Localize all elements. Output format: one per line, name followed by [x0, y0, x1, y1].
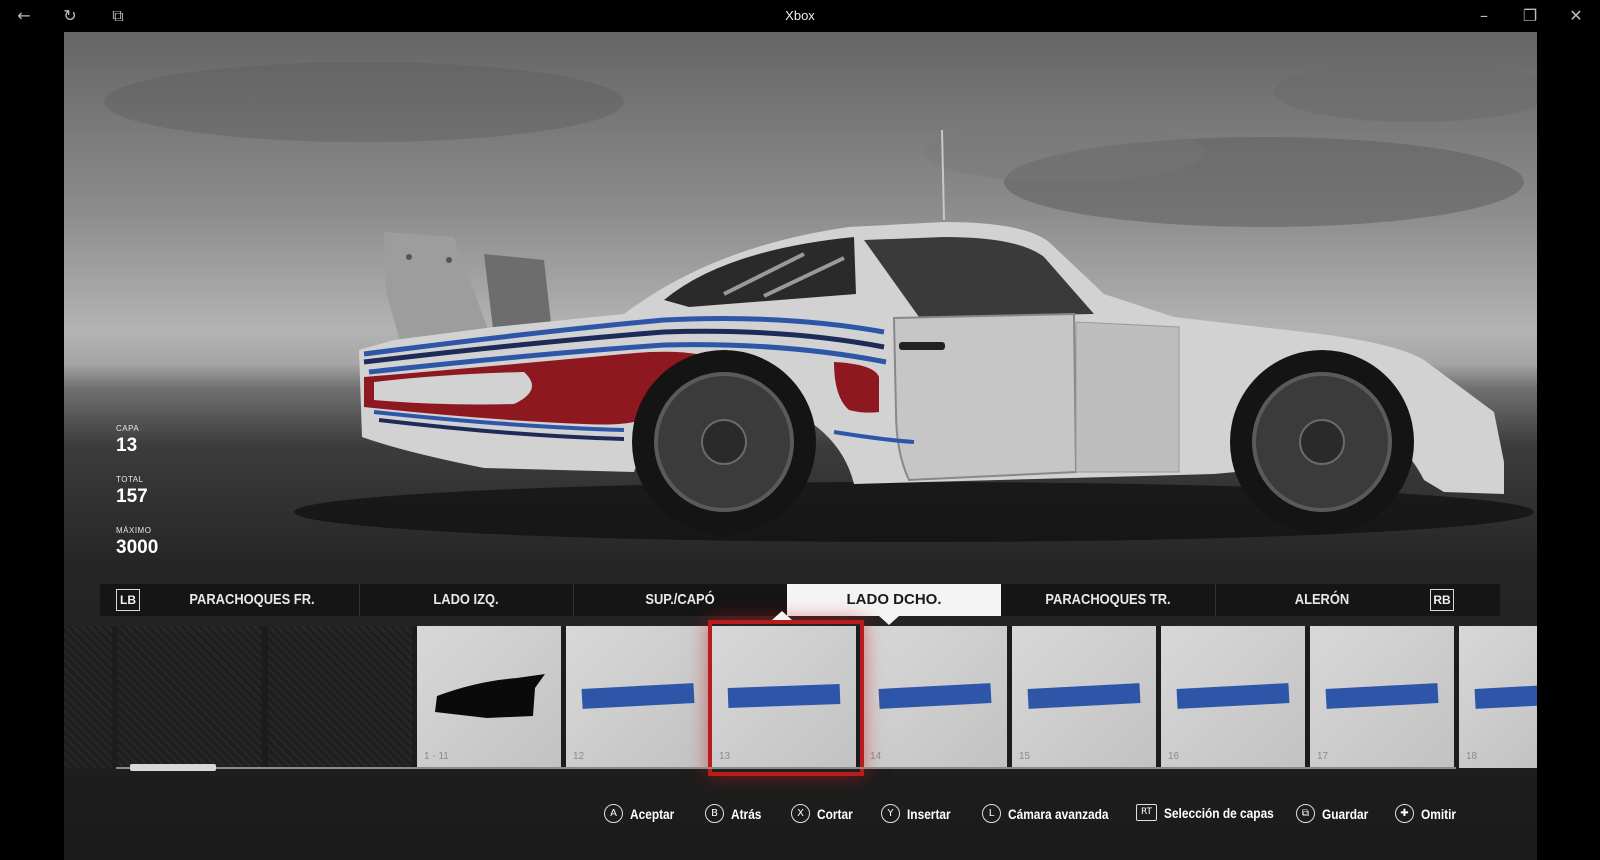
stat-value: 157	[116, 486, 148, 507]
close-icon[interactable]: ✕	[1566, 6, 1586, 26]
layer-thumbnail-selected[interactable]: 13	[712, 626, 856, 768]
layer-scrollbar-thumb[interactable]	[130, 764, 216, 771]
b-button-icon: B	[705, 804, 724, 823]
minimize-icon[interactable]: –	[1474, 6, 1494, 26]
blue-stripe-icon	[1325, 683, 1439, 709]
layer-number: 13	[719, 751, 731, 762]
action-label: Insertar	[907, 805, 951, 822]
stat-value: 13	[116, 435, 138, 456]
stat-total: TOTAL 157	[116, 475, 158, 508]
layer-stats: CAPA 13 TOTAL 157 MÁXIMO 3000	[116, 424, 158, 559]
rb-bumper-icon[interactable]: RB	[1430, 589, 1454, 611]
action-label: Cámara avanzada	[1008, 805, 1109, 822]
layer-number: 17	[1317, 751, 1329, 762]
action-label: Guardar	[1322, 805, 1369, 822]
car-scene	[104, 62, 1537, 542]
layer-slot-empty	[268, 626, 412, 768]
action-label: Selección de capas	[1164, 804, 1274, 821]
tab-top-hood[interactable]: SUP./CAPÓ	[589, 584, 771, 616]
layer-thumbnail[interactable]: 14	[863, 626, 1007, 768]
stat-label: MÁXIMO	[116, 526, 152, 535]
tab-divider	[359, 584, 360, 616]
layer-thumbnail[interactable]: 17	[1310, 626, 1454, 768]
layer-number: 14	[870, 751, 882, 762]
window-title: Xbox	[785, 8, 815, 23]
action-label: Aceptar	[630, 805, 675, 822]
section-tab-bar: LB PARACHOQUES FR. LADO IZQ. SUP./CAPÓ L…	[100, 584, 1500, 616]
y-button-icon: Y	[881, 804, 900, 823]
tab-divider	[573, 584, 574, 616]
layer-number: 1 - 11	[424, 751, 449, 762]
layer-number: 12	[573, 751, 585, 762]
layer-number: 18	[1466, 751, 1478, 762]
restore-icon[interactable]: ❐	[1520, 6, 1540, 26]
blue-stripe-icon	[1027, 683, 1141, 709]
stat-layer: CAPA 13	[116, 424, 158, 457]
action-label: Cortar	[817, 805, 853, 822]
stat-value: 3000	[116, 537, 159, 558]
insert-button[interactable]: Y Insertar	[881, 804, 958, 823]
rt-trigger-icon: RT	[1136, 804, 1157, 822]
blue-stripe-icon	[581, 683, 695, 709]
lb-bumper-icon[interactable]: LB	[116, 589, 140, 611]
layer-thumbnail[interactable]: 15	[1012, 626, 1156, 768]
layer-number: 16	[1168, 751, 1180, 762]
layer-slot-empty	[64, 626, 112, 768]
blue-stripe-icon	[878, 683, 992, 709]
blue-stripe-icon	[727, 684, 841, 708]
accept-button[interactable]: A Aceptar	[604, 804, 682, 823]
tab-spoiler[interactable]: ALERÓN	[1231, 584, 1413, 616]
tab-divider	[1215, 584, 1216, 616]
layer-scrollbar-track[interactable]	[116, 767, 1456, 769]
tab-left-side[interactable]: LADO IZQ.	[375, 584, 557, 616]
save-button[interactable]: ⧉ Guardar	[1296, 804, 1376, 823]
tab-front-bumper[interactable]: PARACHOQUES FR.	[161, 584, 343, 616]
left-stick-icon: L	[982, 804, 1001, 823]
selection-pointer-icon	[772, 611, 792, 620]
title-bar: ← ↻ ⧉ Xbox – ❐ ✕	[0, 0, 1600, 32]
action-label: Atrás	[731, 805, 762, 822]
stat-max: MÁXIMO 3000	[116, 526, 158, 559]
tab-rear-bumper[interactable]: PARACHOQUES TR.	[1017, 584, 1199, 616]
tab-pointer-icon	[879, 616, 899, 625]
black-stroke-icon	[435, 674, 545, 718]
back-button[interactable]: B Atrás	[705, 804, 767, 823]
blue-stripe-icon	[1474, 683, 1537, 709]
layer-thumbnail[interactable]: 16	[1161, 626, 1305, 768]
action-label: Omitir	[1421, 805, 1457, 822]
a-button-icon: A	[604, 804, 623, 823]
layer-thumbnail[interactable]: 18	[1459, 626, 1537, 768]
layer-slot-empty	[118, 626, 262, 768]
layer-group-thumbnail[interactable]: 1 - 11	[417, 626, 561, 768]
blue-stripe-icon	[1176, 683, 1290, 709]
cut-button[interactable]: X Cortar	[791, 804, 859, 823]
layer-selection-button[interactable]: RT Selección de capas	[1136, 804, 1293, 822]
stat-label: TOTAL	[116, 475, 144, 484]
advanced-camera-button[interactable]: L Cámara avanzada	[982, 804, 1126, 823]
tab-right-side[interactable]: LADO DCHO.	[787, 584, 1001, 616]
skip-button[interactable]: ✚ Omitir	[1395, 804, 1462, 823]
game-viewport: CAPA 13 TOTAL 157 MÁXIMO 3000 LB PARACHO…	[64, 32, 1537, 860]
x-button-icon: X	[791, 804, 810, 823]
stat-label: CAPA	[116, 424, 140, 433]
layer-thumbnail[interactable]: 12	[566, 626, 710, 768]
view-button-icon: ⧉	[1296, 804, 1315, 823]
layer-number: 15	[1019, 751, 1031, 762]
dpad-icon: ✚	[1395, 804, 1414, 823]
